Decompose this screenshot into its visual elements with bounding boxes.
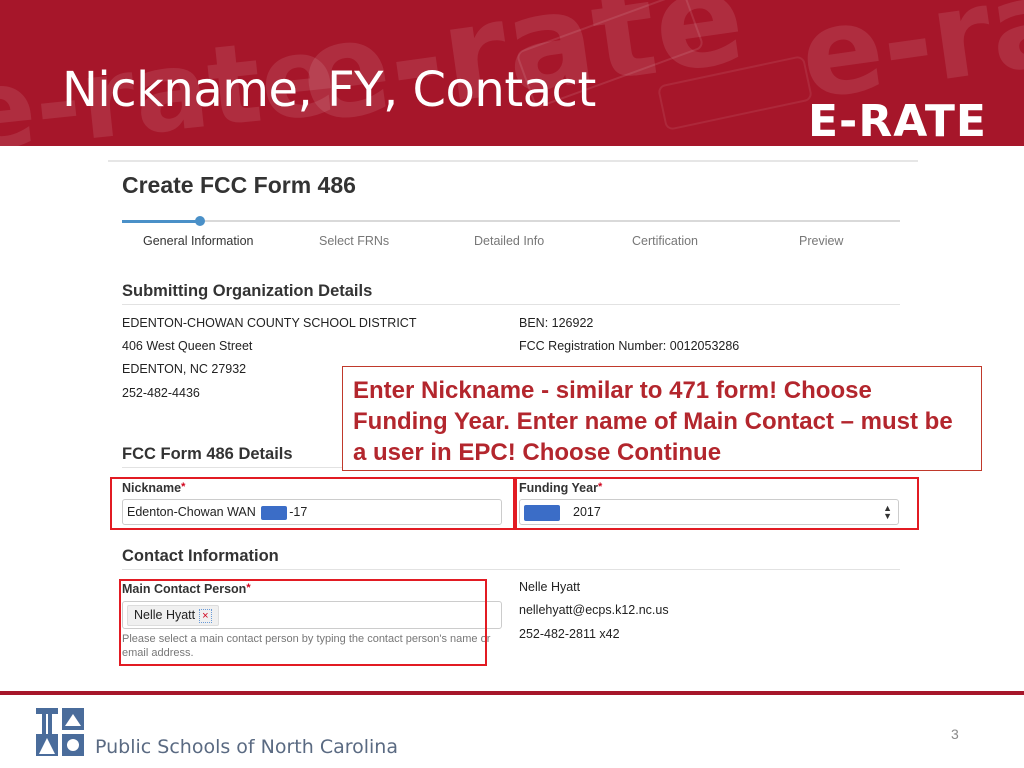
slide-title: Nickname, FY, Contact bbox=[62, 62, 596, 118]
highlight-nickname bbox=[110, 477, 515, 530]
stepper-current-dot bbox=[195, 216, 205, 226]
highlight-main-contact bbox=[119, 579, 487, 666]
section-heading-organization: Submitting Organization Details bbox=[122, 282, 373, 300]
org-city: EDENTON, NC 27932 bbox=[122, 362, 247, 376]
step-preview[interactable]: Preview bbox=[799, 234, 843, 248]
section-heading-contact: Contact Information bbox=[122, 547, 279, 565]
dpi-logo-icon bbox=[36, 708, 84, 756]
step-select-frns[interactable]: Select FRNs bbox=[319, 234, 389, 248]
highlight-funding-year bbox=[515, 477, 919, 530]
title-banner: e-rate e-rate e-rate Nickname, FY, Conta… bbox=[0, 0, 1024, 146]
stepper-progress bbox=[122, 220, 200, 223]
page-number: 3 bbox=[951, 726, 959, 742]
form-title: Create FCC Form 486 bbox=[122, 172, 356, 198]
section-heading-details: FCC Form 486 Details bbox=[122, 445, 293, 463]
org-ben: BEN: 126922 bbox=[519, 316, 594, 330]
step-certification[interactable]: Certification bbox=[632, 234, 698, 248]
org-phone: 252-482-4436 bbox=[122, 386, 200, 400]
contact-email: nellehyatt@ecps.k12.nc.us bbox=[519, 603, 669, 617]
org-street: 406 West Queen Street bbox=[122, 339, 253, 353]
step-detailed-info[interactable]: Detailed Info bbox=[474, 234, 544, 248]
stepper-track bbox=[122, 220, 900, 222]
callout-text: Enter Nickname - similar to 471 form! Ch… bbox=[353, 377, 953, 466]
instruction-callout: Enter Nickname - similar to 471 form! Ch… bbox=[342, 366, 982, 471]
contact-phone: 252-482-2811 x42 bbox=[519, 627, 620, 641]
contact-name: Nelle Hyatt bbox=[519, 580, 581, 594]
erate-logo: E-RATE bbox=[808, 96, 987, 146]
footer-org-name: Public Schools of North Carolina bbox=[95, 736, 398, 758]
step-general-information[interactable]: General Information bbox=[143, 234, 253, 248]
org-fcc-registration: FCC Registration Number: 0012053286 bbox=[519, 339, 740, 353]
org-name: EDENTON-CHOWAN COUNTY SCHOOL DISTRICT bbox=[122, 316, 417, 330]
divider bbox=[122, 569, 900, 570]
footer-divider bbox=[0, 691, 1024, 695]
divider bbox=[122, 304, 900, 305]
